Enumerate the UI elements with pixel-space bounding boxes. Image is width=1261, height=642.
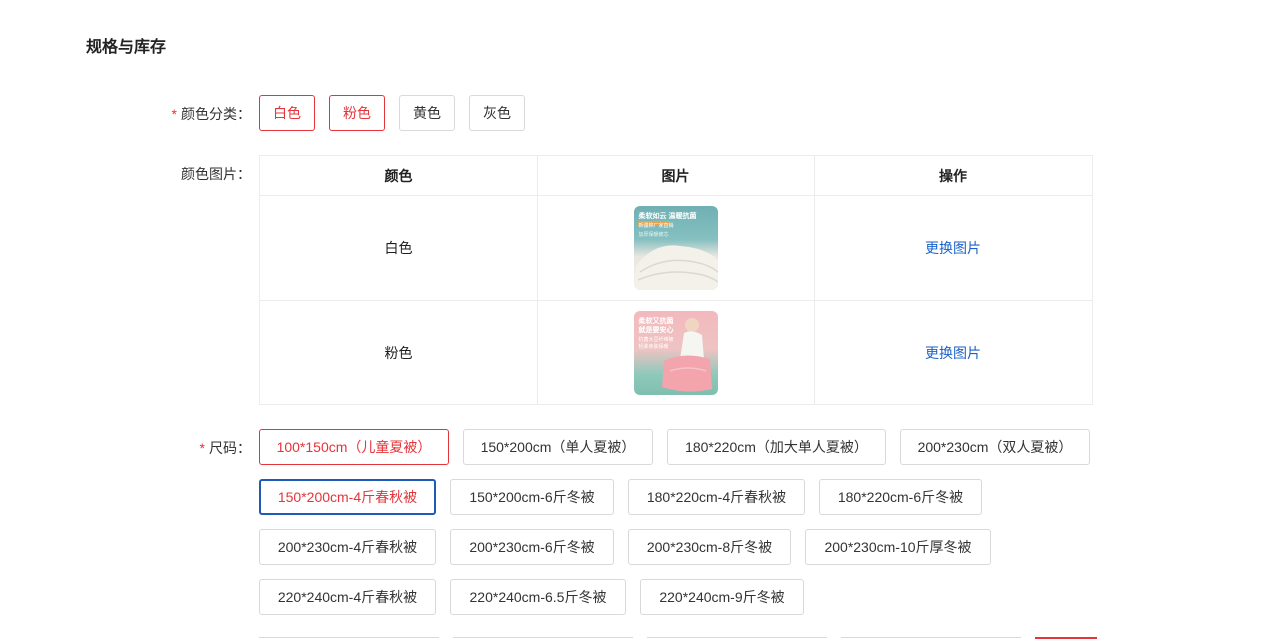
header-color: 颜色 (384, 167, 413, 184)
size-option[interactable]: 180*220cm-4斤春秋被 (628, 479, 805, 515)
thumb-tag: 抗菌大豆纤维被 (638, 336, 674, 343)
size-option[interactable]: 220*240cm-9斤冬被 (640, 579, 804, 615)
thumb-caption: 柔软如云 温暖抗菌 (638, 212, 697, 220)
table-row: 白色 柔软如云 温暖抗菌 新疆棉厂家直销 加厚保暖被芯 更换图片 (260, 195, 1092, 301)
table-row: 粉色 柔软又抗菌 就是要安心 抗菌大豆纤维被 轻柔亲肤保暖 更换图片 (260, 300, 1092, 405)
size-option[interactable]: 200*230cm-8斤冬被 (628, 529, 791, 565)
color-images-label: 颜色图片： (181, 166, 251, 182)
size-option[interactable]: 100*150cm（儿童夏被） (259, 429, 449, 465)
size-option[interactable]: 150*200cm-4斤春秋被 (259, 479, 436, 515)
color-option-pink[interactable]: 粉色 (329, 95, 385, 131)
change-image-link[interactable]: 更换图片 (925, 238, 981, 258)
thumb-caption: 柔软又抗菌 就是要安心 (638, 317, 674, 334)
thumb-note: 加厚保暖被芯 (638, 231, 669, 238)
next-row-chip-edge (841, 637, 1021, 641)
thumb-note: 轻柔亲肤保暖 (638, 343, 669, 350)
color-image-table: 颜色 图片 操作 白色 柔软如云 温暖抗菌 新疆棉厂家直销 加厚保暖被芯 更换图… (259, 155, 1093, 405)
row-image-cell: 柔软如云 温暖抗菌 新疆棉厂家直销 加厚保暖被芯 (537, 195, 814, 300)
header-action: 操作 (939, 167, 967, 184)
table-header: 颜色 图片 操作 (260, 156, 1092, 196)
change-image-link[interactable]: 更换图片 (925, 343, 981, 363)
size-option[interactable]: 200*230cm-6斤冬被 (450, 529, 614, 565)
size-option[interactable]: 180*220cm-6斤冬被 (819, 479, 982, 515)
size-option[interactable]: 220*240cm-6.5斤冬被 (450, 579, 626, 615)
size-option[interactable]: 180*220cm（加大单人夏被） (667, 429, 886, 465)
size-option[interactable]: 150*200cm-6斤冬被 (450, 479, 614, 515)
row-action-cell: 更换图片 (814, 195, 1092, 300)
size-option[interactable]: 220*240cm-4斤春秋被 (259, 579, 436, 615)
next-row-chip-edge (453, 637, 633, 641)
color-category-label: * 颜色分类： (171, 106, 251, 122)
required-mark: * (171, 106, 177, 122)
color-option-yellow[interactable]: 黄色 (399, 95, 455, 131)
color-option-gray[interactable]: 灰色 (469, 95, 525, 131)
size-option[interactable]: 200*230cm（双人夏被） (900, 429, 1090, 465)
row-image-cell: 柔软又抗菌 就是要安心 抗菌大豆纤维被 轻柔亲肤保暖 (537, 300, 814, 405)
size-option[interactable]: 200*230cm-4斤春秋被 (259, 529, 436, 565)
size-option[interactable]: 150*200cm（单人夏被） (463, 429, 653, 465)
next-row-chip-edge (647, 637, 827, 641)
section-title: 规格与库存 (86, 39, 167, 56)
required-mark: * (199, 440, 205, 456)
color-option-white[interactable]: 白色 (259, 95, 315, 131)
product-thumbnail[interactable]: 柔软又抗菌 就是要安心 抗菌大豆纤维被 轻柔亲肤保暖 (633, 310, 718, 395)
size-option[interactable]: 200*230cm-10斤厚冬被 (805, 529, 991, 565)
size-label: * 尺码： (199, 440, 251, 456)
thumb-tag: 新疆棉厂家直销 (638, 222, 674, 229)
row-color: 粉色 (384, 344, 413, 361)
header-image: 图片 (661, 167, 690, 184)
row-color: 白色 (384, 239, 413, 256)
product-thumbnail[interactable]: 柔软如云 温暖抗菌 新疆棉厂家直销 加厚保暖被芯 (633, 205, 718, 290)
row-action-cell: 更换图片 (814, 300, 1092, 405)
next-row-chip-edge (259, 637, 439, 641)
